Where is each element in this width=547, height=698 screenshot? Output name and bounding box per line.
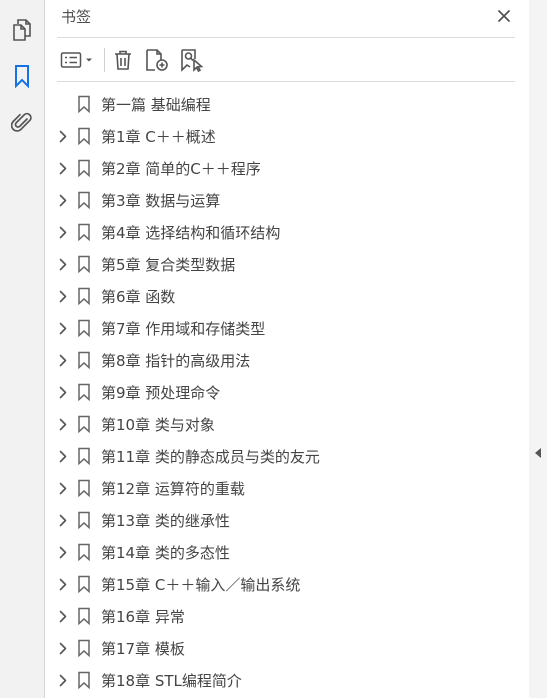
bookmark-label: 第17章 模板 [101,640,185,658]
header-divider [57,37,515,38]
bookmark-label: 第1章 C＋＋概述 [101,128,216,146]
left-nav-rail [0,0,45,698]
bookmark-icon [77,159,91,178]
bookmark-item[interactable]: 第10章 类与对象 [45,408,529,440]
chevron-right-icon[interactable] [57,321,69,335]
bookmark-icon [77,255,91,274]
bookmark-icon[interactable] [8,62,36,90]
bookmark-icon [77,511,91,530]
chevron-right-icon[interactable] [57,545,69,559]
bookmark-label: 第2章 简单的C＋＋程序 [101,160,261,178]
bookmark-item[interactable]: 第5章 复合类型数据 [45,248,529,280]
chevron-right-icon[interactable] [57,641,69,655]
bookmark-item[interactable]: 第12章 运算符的重载 [45,472,529,504]
bookmark-item[interactable]: 第17章 模板 [45,632,529,664]
chevron-right-icon[interactable] [57,129,69,143]
bookmark-item[interactable]: 第18章 STL编程简介 [45,664,529,696]
bookmark-label: 第10章 类与对象 [101,416,215,434]
bookmark-item[interactable]: 第4章 选择结构和循环结构 [45,216,529,248]
bookmark-icon [77,639,91,658]
bookmark-icon [77,223,91,242]
bookmark-from-selection-button[interactable] [179,46,205,74]
bookmark-label: 第6章 函数 [101,288,176,306]
bookmark-icon [77,191,91,210]
bookmark-label: 第18章 STL编程简介 [101,672,242,690]
chevron-right-icon[interactable] [57,481,69,495]
panel-header: 书签 [45,0,529,36]
chevron-right-icon[interactable] [57,289,69,303]
chevron-right-icon[interactable] [57,609,69,623]
pages-icon[interactable] [8,16,36,44]
bookmark-label: 第4章 选择结构和循环结构 [101,224,281,242]
bookmark-item[interactable]: 第2章 简单的C＋＋程序 [45,152,529,184]
bookmark-icon [77,671,91,690]
chevron-right-icon[interactable] [57,577,69,591]
bookmark-search-icon [181,49,204,72]
bookmark-icon [77,319,91,338]
chevron-right-icon[interactable] [57,385,69,399]
bookmark-item[interactable]: 第13章 类的继承性 [45,504,529,536]
bookmark-icon [77,607,91,626]
bookmark-label: 第9章 预处理命令 [101,384,221,402]
bookmark-label: 第一篇 基础编程 [101,96,211,114]
bookmark-item[interactable]: 第7章 作用域和存储类型 [45,312,529,344]
toolbar-divider-bottom [57,81,515,82]
bookmark-item[interactable]: 第3章 数据与运算 [45,184,529,216]
bookmark-item[interactable]: 第8章 指针的高级用法 [45,344,529,376]
bookmark-label: 第7章 作用域和存储类型 [101,320,266,338]
bookmark-label: 第16章 异常 [101,608,185,626]
bookmark-item[interactable]: 第一篇 基础编程 [45,88,529,120]
bookmark-label: 第13章 类的继承性 [101,512,230,530]
bookmark-label: 第5章 复合类型数据 [101,256,236,274]
bookmark-icon [77,383,91,402]
bookmark-icon [77,543,91,562]
bookmarks-toolbar [45,40,529,80]
bookmark-tree: 第一篇 基础编程 第1章 C＋＋概述第2章 简单的C＋＋程序 第3章 数据与运算第4… [45,88,529,696]
bookmark-icon [77,127,91,146]
options-menu-button[interactable] [59,46,97,74]
paperclip-icon[interactable] [8,108,36,136]
bookmark-icon [77,575,91,594]
delete-bookmark-button[interactable] [111,46,135,74]
chevron-right-icon[interactable] [57,513,69,527]
chevron-right-icon[interactable] [57,417,69,431]
bookmark-icon [77,287,91,306]
bookmark-icon [77,479,91,498]
new-bookmark-button[interactable] [144,46,170,74]
bookmark-item[interactable]: 第1章 C＋＋概述 [45,120,529,152]
collapse-panel-icon[interactable] [533,445,543,461]
panel-title: 书签 [61,8,92,26]
chevron-right-icon[interactable] [57,673,69,687]
close-icon[interactable] [493,5,515,27]
bookmark-label: 第14章 类的多态性 [101,544,230,562]
bookmark-item[interactable]: 第16章 异常 [45,600,529,632]
bookmark-item[interactable]: 第6章 函数 [45,280,529,312]
toolbar-divider [104,48,105,72]
bookmark-label: 第3章 数据与运算 [101,192,221,210]
trash-icon [115,50,131,70]
bookmark-item[interactable]: 第11章 类的静态成员与类的友元 [45,440,529,472]
bookmark-icon [77,351,91,370]
bookmark-item[interactable]: 第15章 C＋＋输入／输出系统 [45,568,529,600]
bookmark-label: 第11章 类的静态成员与类的友元 [101,448,320,466]
bookmark-label: 第15章 C＋＋输入／输出系统 [101,576,301,594]
bookmark-icon [77,415,91,434]
chevron-right-icon[interactable] [57,257,69,271]
bookmark-item[interactable]: 第14章 类的多态性 [45,536,529,568]
list-options-icon [60,52,92,68]
bookmark-icon [77,95,91,114]
new-bookmark-icon [146,49,168,71]
bookmark-item[interactable]: 第9章 预处理命令 [45,376,529,408]
bookmark-label: 第8章 指针的高级用法 [101,352,251,370]
bookmark-label: 第12章 运算符的重载 [101,480,245,498]
chevron-right-icon[interactable] [57,161,69,175]
chevron-right-icon[interactable] [57,449,69,463]
bookmarks-panel: 书签 第一篇 基础编程 第1章 C＋＋概述 第2章 简单的C＋＋程序 第3章 数… [45,0,529,698]
bookmark-icon [77,447,91,466]
chevron-right-icon[interactable] [57,353,69,367]
chevron-right-icon[interactable] [57,193,69,207]
chevron-right-icon[interactable] [57,225,69,239]
